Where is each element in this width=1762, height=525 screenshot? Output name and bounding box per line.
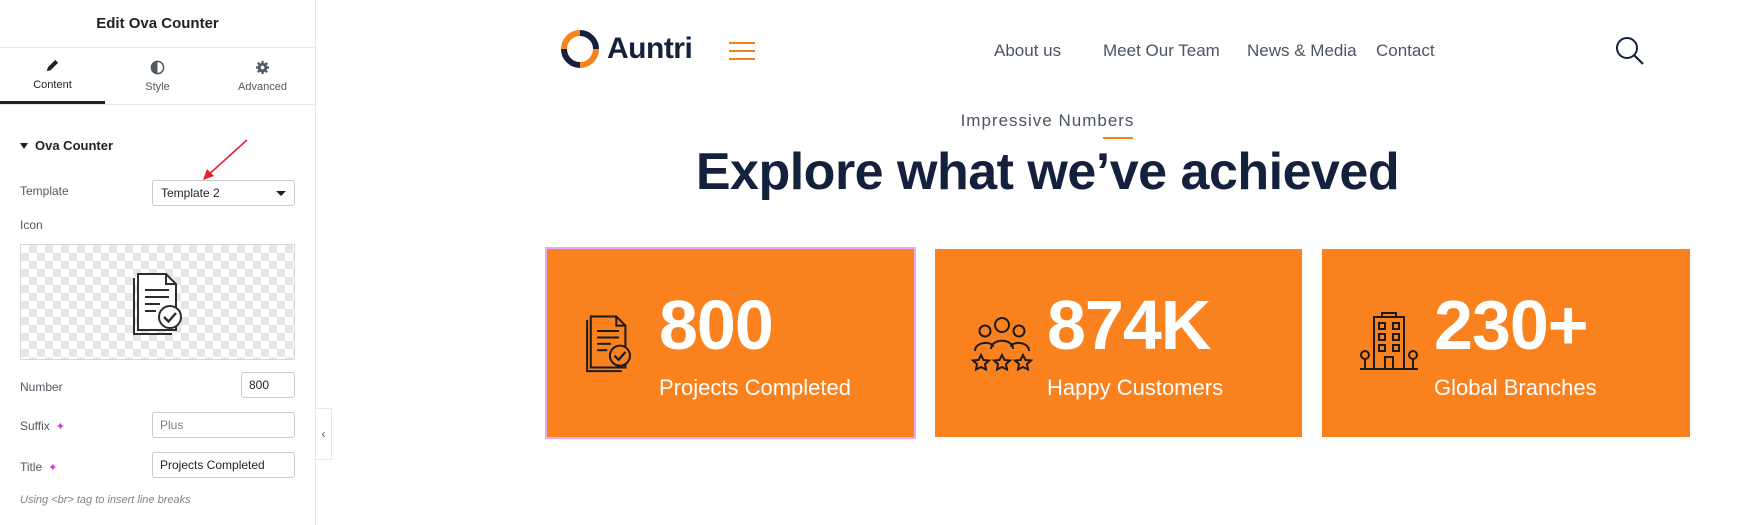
logo-text: Auntri: [607, 32, 693, 65]
counter-number: 874K: [1047, 286, 1211, 364]
section-kicker: Impressive Numbers: [960, 111, 1135, 130]
icon-label: Icon: [20, 218, 43, 232]
suffix-label-text: Suffix: [20, 419, 50, 433]
sparkle-ai-icon[interactable]: ✦: [48, 461, 57, 474]
suffix-label: Suffix ✦: [20, 419, 65, 433]
template-select-value: Template 2: [161, 186, 220, 200]
template-select[interactable]: Template 2: [152, 180, 295, 206]
editor-panel: Edit Ova Counter Content Style Advanced …: [0, 0, 316, 525]
number-label: Number: [20, 380, 63, 394]
sparkle-ai-icon[interactable]: ✦: [56, 420, 65, 433]
pencil-icon: [46, 59, 59, 72]
title-label-text: Title: [20, 460, 43, 474]
document-check-icon: [132, 273, 182, 335]
tab-advanced-label: Advanced: [238, 80, 287, 93]
counter-number: 230+: [1434, 286, 1589, 364]
section-toggle-ova-counter[interactable]: Ova Counter: [20, 138, 113, 153]
counter-title: Global Branches: [1434, 375, 1597, 400]
caret-down-icon: [20, 142, 28, 149]
search-icon[interactable]: [1615, 36, 1645, 66]
tab-style[interactable]: Style: [105, 48, 210, 104]
customers-stars-icon: [971, 317, 1033, 372]
chevron-down-icon: [276, 190, 286, 196]
counter-number: 800: [659, 286, 774, 364]
nav-about-us[interactable]: About us: [994, 41, 1061, 61]
counter-card-projects[interactable]: 800 Projects Completed: [545, 247, 916, 439]
counter-title: Projects Completed: [659, 375, 851, 400]
nav-news-media[interactable]: News & Media: [1247, 41, 1357, 61]
panel-title: Edit Ova Counter: [0, 0, 315, 48]
tab-style-label: Style: [145, 80, 170, 93]
tab-content-label: Content: [33, 79, 72, 91]
panel-tabs: Content Style Advanced: [0, 48, 315, 105]
logo-gear-icon: [561, 30, 599, 68]
section-title: Ova Counter: [35, 138, 114, 153]
building-icon: [1360, 312, 1418, 370]
panel-collapse-button[interactable]: ‹: [316, 408, 332, 460]
suffix-input[interactable]: Plus: [152, 412, 295, 438]
title-hint: Using <br> tag to insert line breaks: [20, 494, 191, 506]
document-check-icon: [586, 315, 631, 373]
menu-hamburger-icon[interactable]: [729, 42, 755, 66]
counter-title: Happy Customers: [1047, 375, 1224, 400]
number-input[interactable]: 800: [241, 372, 295, 398]
contrast-icon: [150, 60, 165, 74]
tab-content[interactable]: Content: [0, 48, 105, 104]
chevron-left-icon: ‹: [321, 427, 326, 441]
section-headline: Explore what we’ve achieved: [695, 143, 1400, 201]
icon-picker[interactable]: [20, 244, 295, 360]
counter-card-customers[interactable]: 874K Happy Customers: [935, 249, 1302, 437]
site-preview: Auntri About us Meet Our Team News & Med…: [333, 0, 1762, 525]
title-label: Title ✦: [20, 460, 57, 474]
tab-advanced[interactable]: Advanced: [210, 48, 315, 104]
site-logo[interactable]: Auntri: [558, 30, 693, 68]
annotation-arrow-icon: [203, 139, 248, 180]
nav-meet-our-team[interactable]: Meet Our Team: [1103, 41, 1220, 61]
gear-icon: [255, 60, 270, 74]
title-input[interactable]: Projects Completed: [152, 452, 295, 478]
kicker-underline: [1103, 137, 1133, 139]
template-label: Template: [20, 184, 69, 198]
nav-contact[interactable]: Contact: [1376, 41, 1435, 61]
counter-card-branches[interactable]: 230+ Global Branches: [1322, 249, 1690, 437]
